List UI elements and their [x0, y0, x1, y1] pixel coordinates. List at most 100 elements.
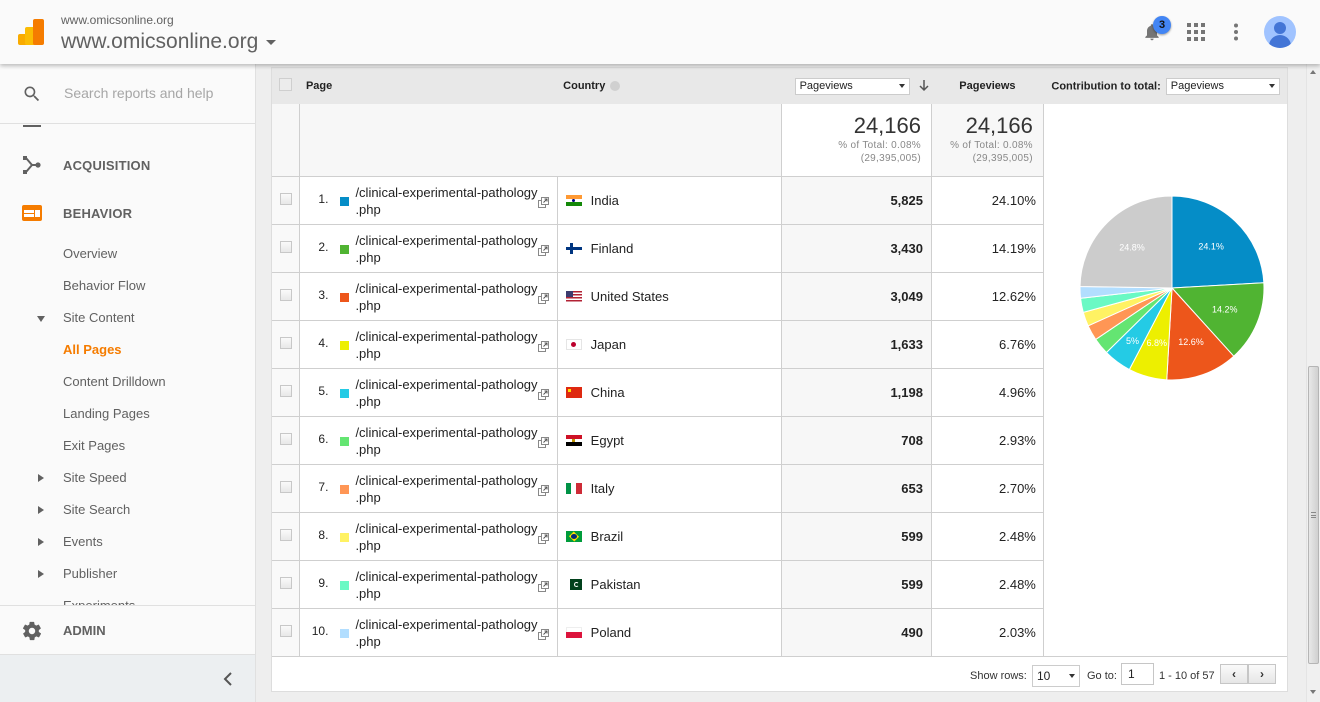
- country-link[interactable]: Brazil: [591, 529, 624, 544]
- flag-egypt-icon: [565, 435, 582, 447]
- table-footer: Show rows: 10 Go to: 1 - 10 of 57 ‹ ›: [272, 658, 1287, 692]
- select-all-checkbox[interactable]: [279, 78, 293, 91]
- row-checkbox[interactable]: [279, 528, 292, 541]
- page-link[interactable]: /clinical-experimental-pathology .php: [355, 184, 537, 218]
- external-link-icon[interactable]: [538, 580, 550, 592]
- previous-page-button[interactable]: ‹: [1220, 664, 1248, 684]
- page-link[interactable]: /clinical-experimental-pathology .php: [355, 376, 537, 410]
- row-checkbox[interactable]: [279, 480, 292, 493]
- sidebar-item-acquisition[interactable]: ACQUISITION: [0, 145, 255, 185]
- collapsed-triangle-icon[interactable]: [38, 506, 44, 514]
- row-rank: 5.: [318, 383, 329, 398]
- sidebar-item-behavior[interactable]: BEHAVIOR: [0, 193, 255, 233]
- page-link[interactable]: /clinical-experimental-pathology .php: [355, 568, 537, 602]
- page-link[interactable]: /clinical-experimental-pathology .php: [355, 472, 537, 506]
- sidebar-item-site-search[interactable]: Site Search: [63, 502, 130, 517]
- page-link[interactable]: /clinical-experimental-pathology .php: [355, 280, 537, 314]
- collapsed-triangle-icon[interactable]: [38, 538, 44, 546]
- goto-label: Go to:: [1087, 670, 1117, 682]
- apps-button[interactable]: [1182, 18, 1210, 46]
- collapsed-triangle-icon[interactable]: [38, 474, 44, 482]
- metric-value: 490: [781, 608, 932, 657]
- user-avatar[interactable]: [1264, 16, 1296, 48]
- sidebar-item-all-pages[interactable]: All Pages: [63, 342, 122, 357]
- page-link[interactable]: /clinical-experimental-pathology .php: [355, 424, 537, 458]
- legend-swatch: [340, 340, 350, 350]
- row-checkbox[interactable]: [279, 384, 292, 397]
- pie-slice-label: 24.1%: [1198, 242, 1224, 252]
- scrollbar-thumb[interactable]: [1308, 366, 1319, 664]
- scroll-down-arrow-icon[interactable]: [1310, 690, 1316, 694]
- external-link-icon[interactable]: [538, 340, 550, 352]
- flag-japan-icon: [565, 339, 582, 351]
- row-checkbox[interactable]: [279, 432, 292, 445]
- country-link[interactable]: Japan: [591, 337, 626, 352]
- country-link[interactable]: United States: [591, 289, 669, 304]
- sidebar-item-events[interactable]: Events: [63, 534, 103, 549]
- collapsed-triangle-icon[interactable]: [38, 570, 44, 578]
- metric-value: 3,049: [781, 272, 932, 321]
- column-header-country[interactable]: Country: [557, 68, 781, 104]
- percent-value: 6.76%: [931, 320, 1044, 369]
- flag-brazil-icon: [565, 531, 582, 543]
- more-options-button[interactable]: [1222, 18, 1250, 46]
- sidebar-item-publisher[interactable]: Publisher: [63, 566, 117, 581]
- sidebar-item-landing-pages[interactable]: Landing Pages: [63, 406, 150, 421]
- chevron-left-icon[interactable]: [218, 669, 238, 689]
- country-link[interactable]: Egypt: [591, 433, 624, 448]
- page-link[interactable]: /clinical-experimental-pathology .php: [355, 520, 537, 554]
- external-link-icon[interactable]: [538, 388, 550, 400]
- row-checkbox[interactable]: [279, 624, 292, 637]
- country-link[interactable]: India: [591, 193, 619, 208]
- scroll-up-arrow-icon[interactable]: [1310, 70, 1316, 74]
- sidebar-item-content-drilldown[interactable]: Content Drilldown: [63, 374, 166, 389]
- external-link-icon[interactable]: [538, 628, 550, 640]
- sidebar-item-exit-pages[interactable]: Exit Pages: [63, 438, 125, 453]
- sort-descending-icon[interactable]: [919, 80, 929, 92]
- row-checkbox[interactable]: [279, 576, 292, 589]
- top-bar: www.omicsonline.org www.omicsonline.org …: [0, 0, 1320, 64]
- row-checkbox[interactable]: [279, 336, 292, 349]
- remove-dimension-icon[interactable]: [610, 81, 621, 92]
- partial-menu-icon: [23, 125, 41, 127]
- page-link[interactable]: /clinical-experimental-pathology .php: [355, 232, 537, 266]
- percent-value: 2.70%: [931, 464, 1044, 513]
- country-link[interactable]: Pakistan: [591, 577, 641, 592]
- sidebar-item-site-content[interactable]: Site Content: [63, 310, 135, 325]
- external-link-icon[interactable]: [538, 292, 550, 304]
- external-link-icon[interactable]: [538, 196, 550, 208]
- row-checkbox[interactable]: [279, 192, 292, 205]
- page-link[interactable]: /clinical-experimental-pathology .php: [355, 616, 537, 650]
- row-checkbox[interactable]: [279, 288, 292, 301]
- column-header-page[interactable]: Page: [300, 68, 557, 104]
- property-selector[interactable]: www.omicsonline.org: [61, 30, 277, 54]
- sidebar-item-overview[interactable]: Overview: [63, 246, 117, 261]
- external-link-icon[interactable]: [538, 532, 550, 544]
- external-link-icon[interactable]: [538, 436, 550, 448]
- vertical-scrollbar[interactable]: [1306, 64, 1320, 702]
- metric-select[interactable]: Pageviews: [794, 77, 910, 95]
- country-link[interactable]: Poland: [591, 625, 631, 640]
- page-link[interactable]: /clinical-experimental-pathology .php: [355, 328, 537, 362]
- show-rows-select[interactable]: 10: [1032, 665, 1080, 687]
- expanded-triangle-icon[interactable]: [37, 316, 45, 322]
- external-link-icon[interactable]: [538, 244, 550, 256]
- analytics-logo-icon[interactable]: [18, 19, 44, 45]
- external-link-icon[interactable]: [538, 484, 550, 496]
- goto-input[interactable]: [1121, 663, 1154, 685]
- country-link[interactable]: China: [591, 385, 625, 400]
- column-header-pageviews[interactable]: Pageviews: [932, 68, 1044, 104]
- row-rank: 1.: [318, 191, 329, 206]
- country-link[interactable]: Finland: [591, 241, 634, 256]
- next-page-button[interactable]: ›: [1248, 664, 1276, 684]
- total-pageviews-grand: (29,395,005): [972, 153, 1033, 164]
- sidebar-item-site-speed[interactable]: Site Speed: [63, 470, 127, 485]
- contribution-select[interactable]: Pageviews: [1165, 77, 1280, 95]
- country-link[interactable]: Italy: [591, 481, 615, 496]
- sidebar-item-behavior-flow[interactable]: Behavior Flow: [63, 278, 145, 293]
- row-checkbox[interactable]: [279, 240, 292, 253]
- sidebar-item-experiments[interactable]: Experiments: [63, 598, 135, 605]
- search-input[interactable]: [64, 85, 244, 101]
- sidebar-item-admin[interactable]: ADMIN: [0, 605, 255, 654]
- pie-svg: 24.1% 14.2% 12.6% 6.8% 5% 24.8%: [1079, 195, 1265, 381]
